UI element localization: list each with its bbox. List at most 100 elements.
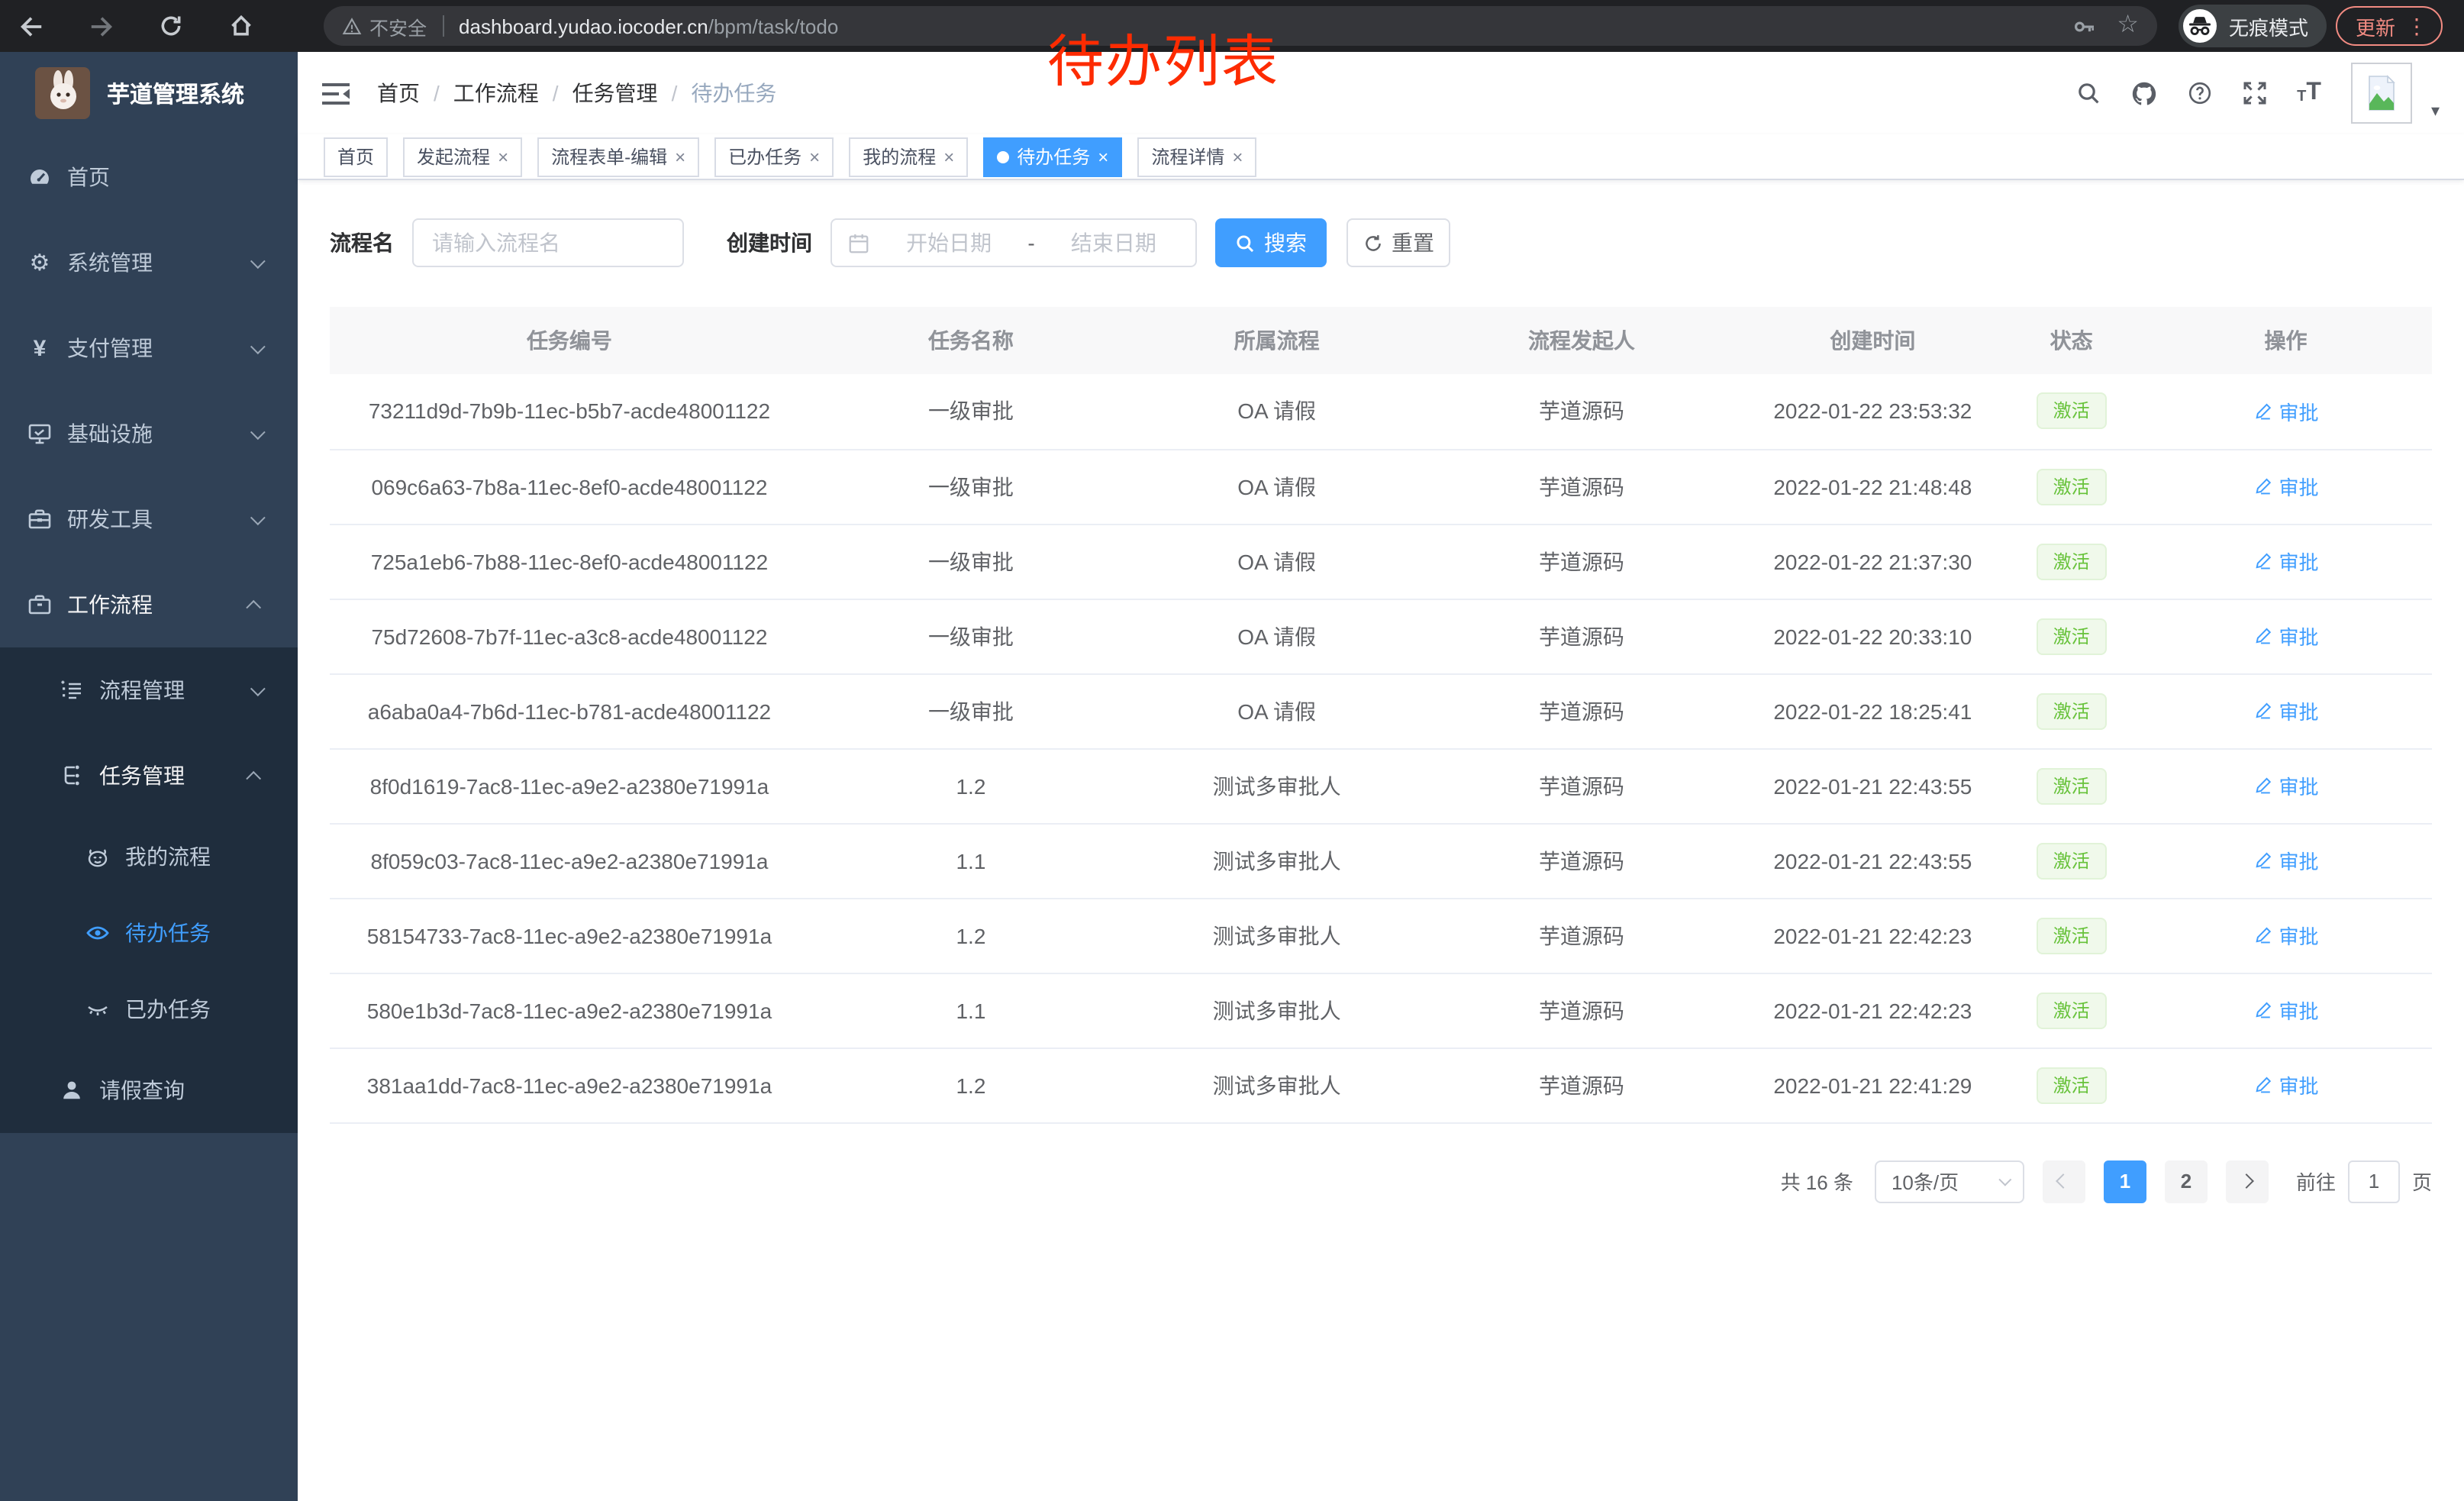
col-status: 状态 bbox=[2003, 307, 2140, 374]
close-icon[interactable]: × bbox=[809, 146, 820, 167]
page-button-1[interactable]: 1 bbox=[2104, 1160, 2146, 1202]
font-size-icon[interactable]: TT bbox=[2297, 81, 2321, 105]
gear-icon: ⚙ bbox=[27, 251, 52, 274]
approve-button[interactable]: 审批 bbox=[2253, 472, 2319, 501]
github-icon[interactable] bbox=[2130, 80, 2156, 106]
reload-icon[interactable] bbox=[156, 11, 186, 41]
search-button[interactable]: 搜索 bbox=[1215, 218, 1327, 267]
top-navbar: 首页 / 工作流程 / 任务管理 / 待办任务 bbox=[298, 52, 2464, 134]
process-name-input[interactable] bbox=[412, 218, 684, 267]
page-size-select[interactable]: 10条/页 bbox=[1875, 1160, 2024, 1202]
sidebar-item-process-management[interactable]: 流程管理 bbox=[0, 647, 298, 733]
close-icon[interactable]: × bbox=[943, 146, 954, 167]
cell-process: OA 请假 bbox=[1133, 524, 1421, 599]
face-icon bbox=[85, 844, 110, 869]
edit-icon bbox=[2253, 925, 2273, 945]
tab-done-tasks[interactable]: 已办任务× bbox=[714, 137, 834, 176]
sidebar-item-label: 待办任务 bbox=[125, 918, 211, 948]
table-row: 58154733-7ac8-11ec-a9e2-a2380e71991a 1.2… bbox=[330, 898, 2432, 973]
update-button[interactable]: 更新 ⋮ bbox=[2336, 6, 2443, 46]
home-icon[interactable] bbox=[226, 11, 256, 41]
cell-starter: 芋道源码 bbox=[1421, 524, 1742, 599]
cell-actions: 审批 bbox=[2140, 599, 2432, 673]
prev-page-button[interactable] bbox=[2043, 1160, 2085, 1202]
sidebar-item-devtools[interactable]: 研发工具 bbox=[0, 476, 298, 562]
tab-my-process[interactable]: 我的流程× bbox=[849, 137, 968, 176]
sidebar-item-payment[interactable]: ¥ 支付管理 bbox=[0, 305, 298, 391]
sidebar-item-task-management[interactable]: 任务管理 bbox=[0, 733, 298, 818]
sidebar-toggle-icon[interactable] bbox=[322, 82, 350, 105]
approve-button[interactable]: 审批 bbox=[2253, 996, 2319, 1025]
cell-task-name: 一级审批 bbox=[809, 374, 1133, 449]
table-row: 725a1eb6-7b88-11ec-8ef0-acde48001122 一级审… bbox=[330, 524, 2432, 599]
cell-status: 激活 bbox=[2003, 1047, 2140, 1122]
jump-page-input[interactable] bbox=[2348, 1160, 2400, 1202]
key-icon[interactable] bbox=[2072, 15, 2095, 37]
not-secure-warning[interactable]: 不安全 bbox=[342, 11, 427, 40]
tab-home[interactable]: 首页 bbox=[324, 137, 388, 176]
close-icon[interactable]: × bbox=[675, 146, 685, 167]
tab-process-detail[interactable]: 流程详情× bbox=[1137, 137, 1256, 176]
breadcrumb-home[interactable]: 首页 bbox=[377, 78, 420, 108]
cell-task-name: 一级审批 bbox=[809, 524, 1133, 599]
sidebar-item-leave-query[interactable]: 请假查询 bbox=[0, 1047, 298, 1133]
cell-process: 测试多审批人 bbox=[1133, 823, 1421, 898]
not-secure-label: 不安全 bbox=[369, 11, 427, 40]
cell-actions: 审批 bbox=[2140, 823, 2432, 898]
breadcrumb-current: 待办任务 bbox=[691, 78, 776, 108]
approve-button[interactable]: 审批 bbox=[2253, 621, 2319, 650]
date-range-picker[interactable]: 开始日期 - 结束日期 bbox=[830, 218, 1197, 267]
approve-button[interactable]: 审批 bbox=[2253, 397, 2319, 426]
sidebar-item-workflow[interactable]: 工作流程 bbox=[0, 562, 298, 647]
browser-menu-icon[interactable]: ⋮ bbox=[2406, 13, 2427, 39]
cell-create-time: 2022-01-22 18:25:41 bbox=[1743, 673, 2003, 748]
reset-button[interactable]: 重置 bbox=[1346, 218, 1450, 267]
sidebar-item-home[interactable]: 首页 bbox=[0, 134, 298, 220]
logo-image bbox=[35, 67, 90, 119]
tab-start-process[interactable]: 发起流程× bbox=[403, 137, 522, 176]
sidebar-logo[interactable]: 芋道管理系统 bbox=[0, 52, 298, 134]
tab-todo-tasks[interactable]: 待办任务× bbox=[983, 137, 1122, 176]
sidebar-item-my-process[interactable]: 我的流程 bbox=[0, 818, 298, 895]
cell-actions: 审批 bbox=[2140, 524, 2432, 599]
breadcrumb-workflow[interactable]: 工作流程 bbox=[453, 78, 539, 108]
approve-button[interactable]: 审批 bbox=[2253, 771, 2319, 800]
total-count: 共 16 条 bbox=[1781, 1167, 1853, 1196]
approve-button[interactable]: 审批 bbox=[2253, 1070, 2319, 1099]
edit-icon bbox=[2253, 851, 2273, 870]
end-date-placeholder: 结束日期 bbox=[1047, 228, 1180, 258]
approve-button[interactable]: 审批 bbox=[2253, 846, 2319, 875]
briefcase-icon bbox=[27, 592, 52, 617]
fullscreen-icon[interactable] bbox=[2242, 81, 2266, 105]
breadcrumb-task-management[interactable]: 任务管理 bbox=[572, 78, 658, 108]
sidebar-item-infrastructure[interactable]: 基础设施 bbox=[0, 391, 298, 476]
back-icon[interactable] bbox=[15, 11, 46, 41]
eye-icon bbox=[85, 921, 110, 945]
avatar[interactable] bbox=[2352, 63, 2413, 124]
close-icon[interactable]: × bbox=[1232, 146, 1243, 167]
cell-status: 激活 bbox=[2003, 374, 2140, 449]
cell-actions: 审批 bbox=[2140, 1047, 2432, 1122]
page-button-2[interactable]: 2 bbox=[2165, 1160, 2208, 1202]
forward-icon[interactable] bbox=[85, 11, 116, 41]
close-icon[interactable]: × bbox=[1098, 146, 1108, 167]
avatar-caret-icon[interactable]: ▾ bbox=[2431, 101, 2440, 124]
cell-process: 测试多审批人 bbox=[1133, 748, 1421, 823]
bookmark-star-icon[interactable]: ☆ bbox=[2117, 14, 2139, 38]
cell-starter: 芋道源码 bbox=[1421, 449, 1742, 524]
approve-button[interactable]: 审批 bbox=[2253, 921, 2319, 950]
edit-icon bbox=[2253, 551, 2273, 571]
approve-button[interactable]: 审批 bbox=[2253, 547, 2319, 576]
close-icon[interactable]: × bbox=[498, 146, 508, 167]
tab-process-form-edit[interactable]: 流程表单-编辑× bbox=[537, 137, 699, 176]
sidebar-item-todo-tasks[interactable]: 待办任务 bbox=[0, 895, 298, 971]
search-icon[interactable] bbox=[2075, 81, 2100, 105]
workflow-submenu: 流程管理 任务管理 我的流程 bbox=[0, 647, 298, 1133]
help-icon[interactable] bbox=[2187, 81, 2211, 105]
next-page-button[interactable] bbox=[2226, 1160, 2269, 1202]
sidebar-item-label: 我的流程 bbox=[125, 841, 211, 872]
sidebar-item-done-tasks[interactable]: 已办任务 bbox=[0, 971, 298, 1047]
sidebar-item-system[interactable]: ⚙ 系统管理 bbox=[0, 220, 298, 305]
cell-task-id: 75d72608-7b7f-11ec-a3c8-acde48001122 bbox=[330, 599, 809, 673]
approve-button[interactable]: 审批 bbox=[2253, 696, 2319, 725]
